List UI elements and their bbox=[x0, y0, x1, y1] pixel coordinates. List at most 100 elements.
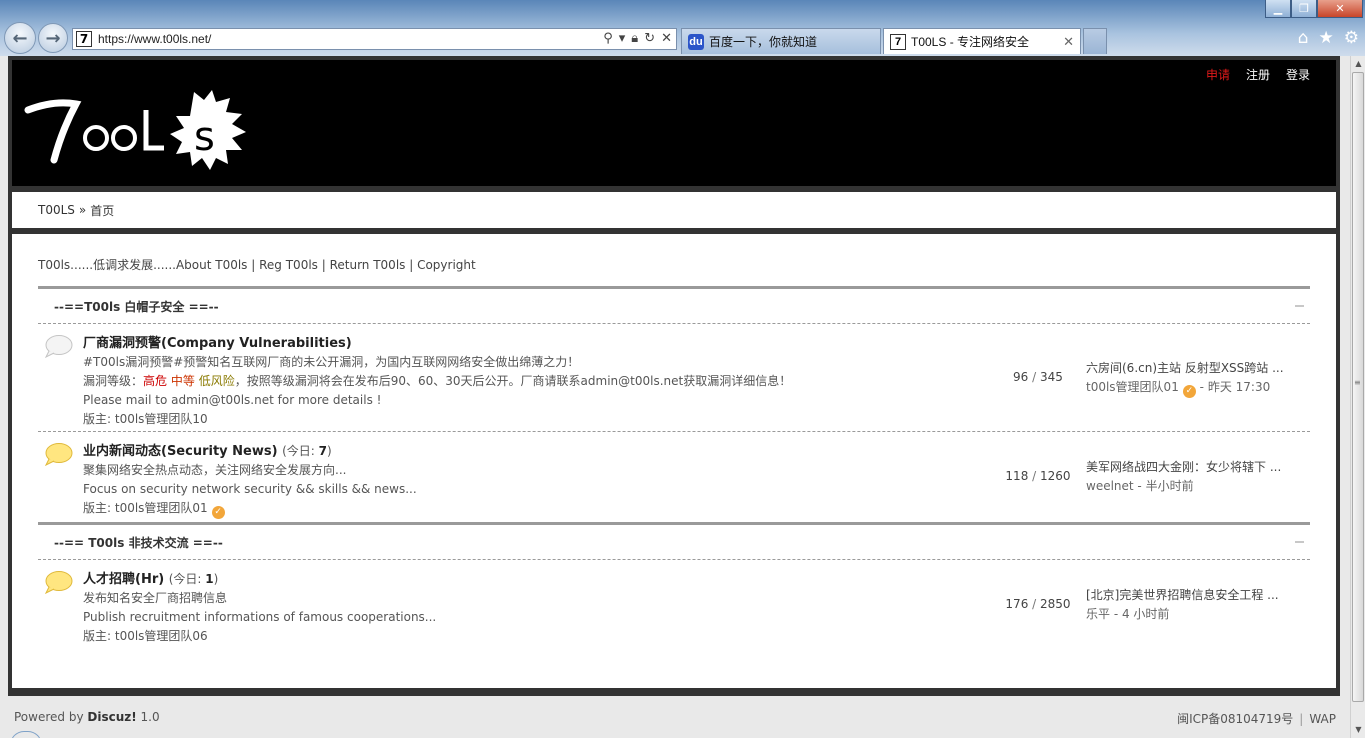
category-title[interactable]: --==T00ls 白帽子安全 ==-- bbox=[54, 298, 219, 315]
level-suffix: ，按照等级漏洞将会在发布后90、60、30天后公开。厂商请联系admin@t00… bbox=[234, 374, 792, 388]
post-count: 345 bbox=[1040, 370, 1063, 384]
thread-count: 118 bbox=[1005, 469, 1029, 483]
level-prefix: 漏洞等级： bbox=[83, 374, 144, 388]
footer-links: 闽ICP备08104719号 | WAP bbox=[1177, 710, 1336, 727]
site-logo[interactable]: s bbox=[24, 82, 264, 172]
level-high: 高危 bbox=[143, 374, 168, 388]
home-icon[interactable]: ⌂ bbox=[1298, 28, 1309, 48]
breadcrumb-separator: » bbox=[78, 203, 87, 217]
category-whitehat: --==T00ls 白帽子安全 ==-- 厂商漏洞预警(Company Vuln… bbox=[38, 286, 1310, 522]
dropdown-icon[interactable]: ▾ bbox=[619, 31, 626, 46]
back-button[interactable]: ← bbox=[4, 22, 36, 54]
page-viewport: s 申请 注册 登录 T00LS » 首页 T00ls......低调求发展..… bbox=[0, 56, 1350, 738]
tab-baidu[interactable]: du 百度一下，你就知道 bbox=[681, 28, 881, 54]
last-post-time: - 昨天 17:30 bbox=[1199, 380, 1271, 394]
category-header: --==T00ls 白帽子安全 ==-- bbox=[38, 289, 1310, 324]
today-label: (今日: bbox=[282, 444, 319, 458]
discuz-link[interactable]: Discuz! bbox=[87, 710, 136, 724]
powered-label: Powered by bbox=[14, 710, 88, 724]
gear-icon[interactable]: ⚙ bbox=[1344, 28, 1359, 48]
forum-bubble-icon bbox=[44, 443, 73, 466]
today-label: (今日: bbox=[168, 572, 206, 586]
header-links: 申请 注册 登录 bbox=[1206, 66, 1310, 83]
forum-name-link[interactable]: 人才招聘(Hr) bbox=[83, 572, 164, 587]
last-post-title[interactable]: 美军网络战四大金刚：女少将辖下 ... bbox=[1086, 458, 1296, 477]
site-footer: Powered by Discuz! 1.0 闽ICP备08104719号 | WA… bbox=[14, 710, 1336, 727]
footer-divider: | bbox=[1299, 712, 1304, 726]
count-separator: / bbox=[1032, 370, 1037, 384]
register-link[interactable]: 注册 bbox=[1246, 66, 1270, 83]
announcement-bar[interactable]: T00ls......低调求发展......About T00ls | Reg … bbox=[38, 256, 1310, 280]
category-title[interactable]: --== T00ls 非技术交流 ==-- bbox=[54, 534, 223, 551]
tab-t00ls[interactable]: 7 T00LS - 专注网络安全 ✕ bbox=[883, 28, 1081, 54]
forum-moderator[interactable]: 版主: t00ls管理团队10 bbox=[83, 412, 1310, 427]
close-window-icon[interactable]: ✕ bbox=[1317, 0, 1363, 18]
site-header: s 申请 注册 登录 bbox=[12, 60, 1336, 186]
level-low: 低风险 bbox=[198, 374, 235, 388]
today-count: (今日: 1) bbox=[169, 572, 219, 586]
lock-icon[interactable]: 🔒︎ bbox=[631, 31, 638, 46]
minimize-icon[interactable]: ▁ bbox=[1265, 0, 1291, 18]
apply-link[interactable]: 申请 bbox=[1206, 66, 1230, 83]
login-link[interactable]: 登录 bbox=[1286, 66, 1310, 83]
scroll-grip-icon: ≡ bbox=[1354, 378, 1361, 387]
maximize-icon[interactable]: ❐ bbox=[1291, 0, 1317, 18]
icp-link[interactable]: 闽ICP备08104719号 bbox=[1177, 712, 1293, 726]
last-post-meta[interactable]: 乐平 - 4 小时前 bbox=[1086, 605, 1296, 624]
forum-name-row: 人才招聘(Hr) (今日: 1) bbox=[83, 568, 1310, 587]
scroll-down-icon[interactable]: ▼ bbox=[1351, 722, 1365, 738]
vertical-scrollbar[interactable]: ▲ ≡ ▼ bbox=[1350, 56, 1365, 738]
new-tab-button[interactable] bbox=[1083, 28, 1107, 54]
last-post: [北京]完美世界招聘信息安全工程 ... 乐平 - 4 小时前 bbox=[1086, 586, 1296, 624]
forum-bubble-icon bbox=[44, 571, 73, 594]
today-number: 1 bbox=[205, 572, 214, 586]
forum-moderator-row: 版主: t00ls管理团队01 ✓ bbox=[83, 501, 1310, 519]
breadcrumb-current: 首页 bbox=[90, 203, 115, 218]
last-post: 六房间(6.cn)主站 反射型XSS跨站 ... t00ls管理团队01 ✓ - … bbox=[1086, 359, 1296, 398]
page-wrapper: s 申请 注册 登录 T00LS » 首页 T00ls......低调求发展..… bbox=[8, 56, 1340, 696]
scroll-thumb[interactable] bbox=[1352, 72, 1364, 702]
stop-icon[interactable]: ✕ bbox=[661, 31, 672, 46]
last-post-title[interactable]: [北京]完美世界招聘信息安全工程 ... bbox=[1086, 586, 1296, 605]
today-number: 7 bbox=[318, 444, 327, 458]
window-controls: ▁ ❐ ✕ bbox=[1265, 0, 1363, 18]
search-icon[interactable]: ⚲ bbox=[603, 31, 613, 46]
t-icon: 7 bbox=[890, 33, 906, 50]
collapse-icon[interactable] bbox=[1295, 305, 1304, 307]
tab-title: 百度一下，你就知道 bbox=[709, 35, 818, 49]
forward-arrow-icon: → bbox=[45, 27, 61, 49]
last-post-author[interactable]: t00ls管理团队01 bbox=[1086, 380, 1179, 394]
last-post-title[interactable]: 六房间(6.cn)主站 反射型XSS跨站 ... bbox=[1086, 359, 1296, 378]
post-count: 2850 bbox=[1040, 597, 1071, 611]
breadcrumb-site-link[interactable]: T00LS bbox=[38, 203, 75, 217]
forum-name-link[interactable]: 厂商漏洞预警(Company Vulnerabilities) bbox=[83, 332, 1310, 351]
today-close: ) bbox=[327, 444, 332, 458]
footer-badge-icon bbox=[10, 731, 42, 738]
site-favicon-icon: 7 bbox=[76, 31, 92, 47]
count-separator: / bbox=[1032, 469, 1037, 483]
forum-moderator[interactable]: 版主: t00ls管理团队06 bbox=[83, 629, 1310, 644]
scroll-up-icon[interactable]: ▲ bbox=[1351, 56, 1365, 72]
forum-index: T00ls......低调求发展......About T00ls | Reg … bbox=[12, 234, 1336, 688]
address-bar[interactable]: 7 https://www.t00ls.net/ ⚲ ▾ 🔒︎ ↻ ✕ bbox=[72, 28, 677, 50]
logo-s-glyph: s bbox=[194, 114, 215, 160]
refresh-icon[interactable]: ↻ bbox=[644, 31, 655, 46]
category-offtopic: --== T00ls 非技术交流 ==-- 人才招聘(Hr) (今日: 1) 发… bbox=[38, 522, 1310, 650]
address-tools: ⚲ ▾ 🔒︎ ↻ ✕ bbox=[603, 31, 672, 46]
forum-row: 业内新闻动态(Security News) (今日: 7) 聚集网络安全热点动态… bbox=[38, 432, 1310, 522]
forum-counts: 176 / 2850 bbox=[978, 597, 1098, 611]
forum-name-link[interactable]: 业内新闻动态(Security News) bbox=[83, 444, 278, 459]
forward-button[interactable]: → bbox=[38, 23, 68, 53]
tab-close-icon[interactable]: ✕ bbox=[1063, 34, 1074, 50]
wap-link[interactable]: WAP bbox=[1309, 712, 1336, 726]
last-post-meta[interactable]: weelnet - 半小时前 bbox=[1086, 477, 1296, 496]
star-icon[interactable]: ★ bbox=[1319, 28, 1334, 48]
today-close: ) bbox=[213, 572, 219, 586]
url-text[interactable]: https://www.t00ls.net/ bbox=[98, 32, 211, 46]
baidu-paw-icon: du bbox=[688, 33, 704, 50]
breadcrumb: T00LS » 首页 bbox=[12, 192, 1336, 228]
verified-badge-icon: ✓ bbox=[211, 506, 225, 519]
forum-moderator[interactable]: 版主: t00ls管理团队01 bbox=[83, 501, 208, 515]
forum-counts: 118 / 1260 bbox=[978, 469, 1098, 483]
collapse-icon[interactable] bbox=[1295, 541, 1304, 543]
